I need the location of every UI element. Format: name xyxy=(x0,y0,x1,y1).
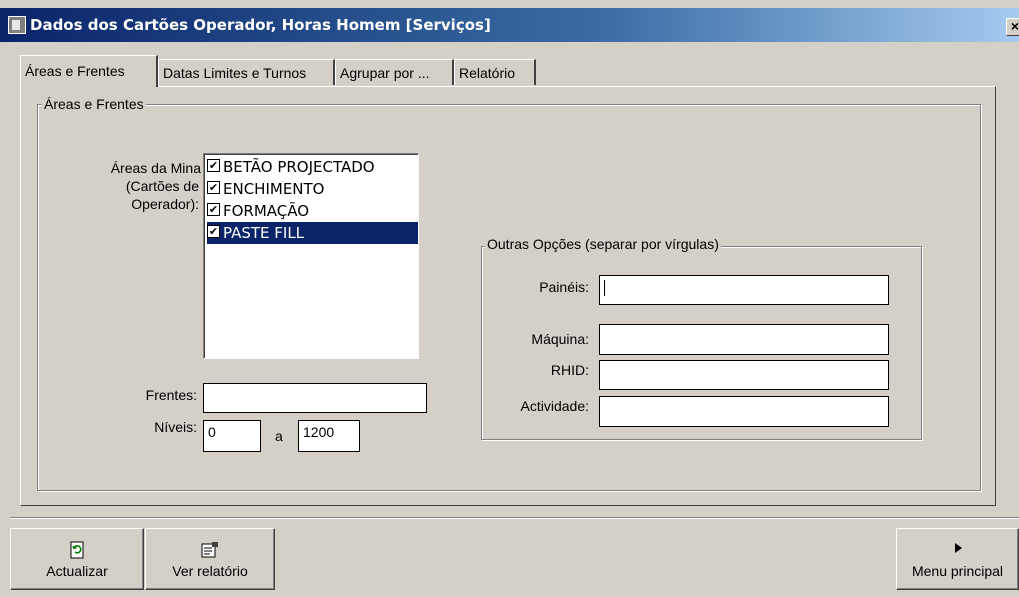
window-title: Dados dos Cartões Operador, Horas Homem … xyxy=(30,16,491,34)
window-icon xyxy=(8,16,26,34)
areas-label-line3: Operador): xyxy=(131,196,199,212)
close-icon: × xyxy=(1010,18,1019,34)
refresh-icon xyxy=(11,541,143,559)
checkbox-icon[interactable]: ✔ xyxy=(207,225,220,238)
actividade-input[interactable] xyxy=(599,396,889,427)
separator xyxy=(10,517,1019,519)
tab-label: Relatório xyxy=(459,65,516,81)
actualizar-button[interactable]: Actualizar xyxy=(10,528,144,590)
title-bar[interactable]: Dados dos Cartões Operador, Horas Homem … xyxy=(0,8,1019,42)
list-item[interactable]: ✔ BETÃO PROJECTADO xyxy=(207,156,418,178)
close-button[interactable]: × xyxy=(1006,18,1019,36)
tab-label: Áreas e Frentes xyxy=(25,63,125,79)
list-item[interactable]: ✔ FORMAÇÃO xyxy=(207,200,418,222)
tab-areas-frentes[interactable]: Áreas e Frentes xyxy=(20,55,158,87)
report-icon xyxy=(146,541,274,559)
text-caret xyxy=(604,280,605,297)
niveis-label: Níveis: xyxy=(154,419,197,435)
paineis-input[interactable] xyxy=(599,275,889,305)
list-item-label: FORMAÇÃO xyxy=(223,202,310,220)
maquina-label: Máquina: xyxy=(531,331,589,347)
list-item-label: BETÃO PROJECTADO xyxy=(223,158,375,176)
group-title: Áreas e Frentes xyxy=(42,96,146,112)
group-title: Outras Opções (separar por vírgulas) xyxy=(485,236,721,252)
rhid-input[interactable] xyxy=(599,360,889,390)
niveis-to-input[interactable]: 1200 xyxy=(298,420,360,452)
list-item[interactable]: ✔ ENCHIMENTO xyxy=(207,178,418,200)
areas-label-line1: Áreas da Mina xyxy=(110,160,201,176)
maquina-input[interactable] xyxy=(599,324,889,355)
tab-label: Datas Limites e Turnos xyxy=(163,65,307,81)
tab-panel: Áreas e Frentes Áreas da Mina (Cartões d… xyxy=(20,86,996,506)
actualizar-label: Actualizar xyxy=(46,563,108,579)
checkbox-icon[interactable]: ✔ xyxy=(207,181,220,194)
list-item-label: PASTE FILL xyxy=(223,224,305,242)
areas-listbox[interactable]: ✔ BETÃO PROJECTADO ✔ ENCHIMENTO ✔ FORMAÇÃO … xyxy=(203,153,419,359)
frentes-label: Frentes: xyxy=(145,387,197,403)
tab-label: Agrupar por ... xyxy=(340,65,430,81)
menu-principal-label: Menu principal xyxy=(911,563,1004,579)
tab-datas-limites[interactable]: Datas Limites e Turnos xyxy=(158,59,335,85)
checkbox-icon[interactable]: ✔ xyxy=(207,203,220,216)
frentes-input[interactable] xyxy=(203,383,427,413)
play-arrow-icon xyxy=(897,541,1018,559)
tab-relatorio[interactable]: Relatório xyxy=(454,59,536,85)
list-item-label: ENCHIMENTO xyxy=(223,180,325,198)
list-item-selected[interactable]: ✔ PASTE FILL xyxy=(207,222,418,244)
niveis-from-input[interactable]: 0 xyxy=(203,420,261,452)
actividade-label: Actividade: xyxy=(520,398,589,414)
checkbox-icon[interactable]: ✔ xyxy=(207,159,220,172)
rhid-label: RHID: xyxy=(550,362,589,378)
ver-relatorio-label: Ver relatório xyxy=(172,563,248,579)
ver-relatorio-button[interactable]: Ver relatório xyxy=(145,528,275,590)
paineis-label: Painéis: xyxy=(539,279,589,295)
areas-label-line2: (Cartões de xyxy=(125,178,199,194)
niveis-separator: a xyxy=(275,428,283,444)
menu-principal-button[interactable]: Menu principal xyxy=(896,528,1019,590)
tab-agrupar[interactable]: Agrupar por ... xyxy=(335,59,454,85)
